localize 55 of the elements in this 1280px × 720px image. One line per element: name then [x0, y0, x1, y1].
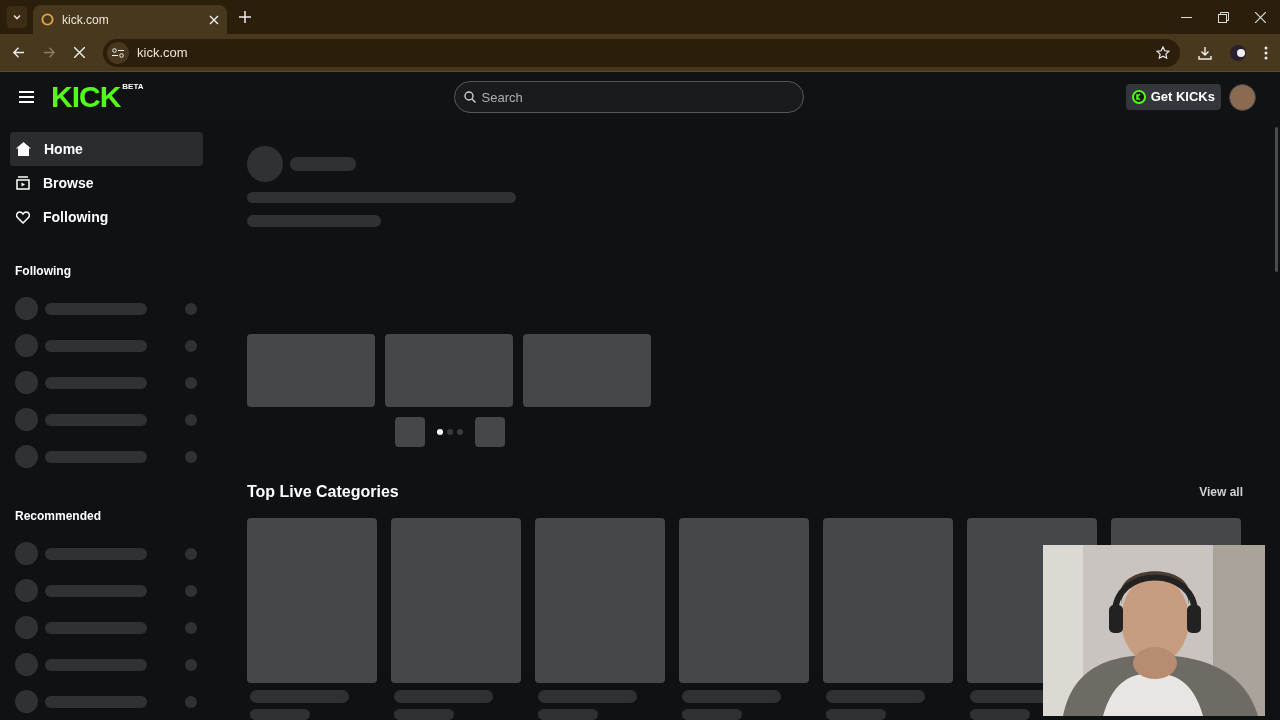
back-icon[interactable] — [12, 46, 25, 59]
skeleton-avatar — [15, 579, 38, 602]
close-icon[interactable] — [1255, 12, 1266, 23]
heart-icon — [16, 210, 30, 224]
skeleton-avatar — [15, 653, 38, 676]
download-icon[interactable] — [1198, 45, 1212, 60]
skeleton-bar — [970, 708, 1030, 720]
skeleton-avatar — [15, 371, 38, 394]
tab-title: kick.com — [62, 11, 110, 29]
section-title: Following — [14, 263, 72, 280]
skeleton-bar — [682, 708, 742, 720]
menu-icon[interactable] — [19, 91, 34, 103]
chevron-down-icon — [12, 12, 22, 22]
restore-icon[interactable] — [1218, 12, 1229, 23]
nav-item[interactable]: Browse — [10, 166, 203, 200]
skeleton-avatar — [15, 445, 38, 468]
skeleton-bar — [826, 708, 886, 720]
site-settings-icon[interactable] — [107, 41, 129, 64]
view-all-link[interactable]: View all — [1199, 482, 1243, 501]
coin-icon — [1131, 90, 1146, 104]
search-field[interactable]: Search — [453, 81, 804, 113]
browser-tab[interactable]: kick.com — [33, 5, 227, 34]
skeleton-avatar — [15, 297, 38, 320]
skeleton-avatar — [247, 146, 283, 182]
skeleton-avatar — [15, 408, 38, 431]
skeleton-bar — [250, 708, 310, 720]
skeleton-avatar — [15, 542, 38, 565]
profile-avatar-icon[interactable] — [1230, 44, 1246, 61]
globe-icon — [41, 13, 54, 26]
forward-icon[interactable] — [43, 46, 56, 59]
nav-item[interactable]: Following — [10, 200, 203, 234]
skeleton-avatar — [15, 616, 38, 639]
nav-item[interactable]: Home — [10, 132, 203, 166]
user-avatar[interactable] — [1229, 83, 1256, 111]
home-icon — [16, 142, 31, 156]
menu-dots-icon[interactable] — [1264, 45, 1268, 60]
new-tab-icon[interactable] — [239, 11, 251, 23]
search-icon — [463, 91, 476, 103]
tab-list-button[interactable] — [7, 6, 27, 28]
bookmark-star-icon[interactable] — [1156, 45, 1170, 60]
kick-logo[interactable]: KICK — [51, 82, 121, 112]
section-title: Top Live Categories — [247, 481, 399, 502]
skeleton-bar — [290, 157, 356, 171]
beta-label: BETA — [122, 82, 144, 91]
browse-icon — [16, 176, 30, 190]
close-icon[interactable] — [209, 14, 219, 25]
section-title: Recommended — [14, 508, 103, 525]
address-bar[interactable]: kick.com — [103, 38, 1180, 67]
skeleton-avatar — [15, 690, 38, 713]
skeleton-bar — [394, 708, 454, 720]
skeleton-bar — [538, 708, 598, 720]
url-text: kick.com — [137, 43, 189, 62]
skeleton-avatar — [15, 334, 38, 357]
stop-icon[interactable] — [74, 47, 85, 58]
get-kicks-button[interactable]: Get KICKs — [1125, 84, 1221, 110]
